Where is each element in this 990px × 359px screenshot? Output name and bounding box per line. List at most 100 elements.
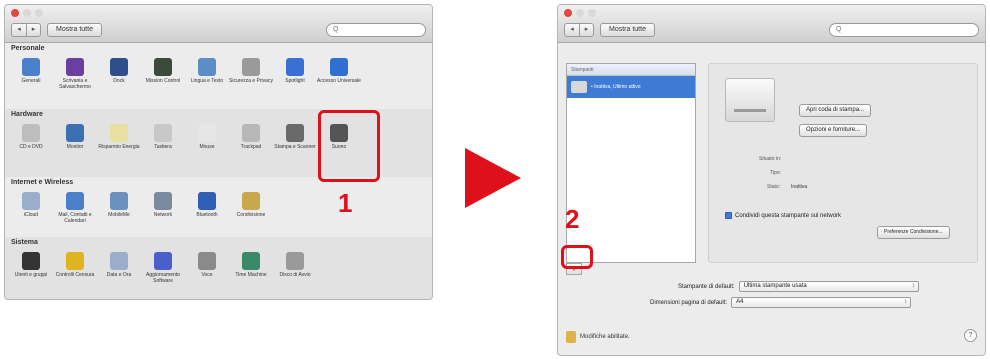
step-number-2: 2 <box>565 204 580 234</box>
pref-item-label: Trackpad <box>240 144 262 150</box>
pref-item-bluetooth[interactable]: Bluetooth <box>185 188 229 224</box>
monitor-icon <box>66 124 84 142</box>
forward-button[interactable]: ▸ <box>26 24 40 36</box>
time-machine-icon <box>242 252 260 270</box>
show-all-button[interactable]: Mostra tutte <box>600 23 655 37</box>
close-window-button[interactable] <box>11 9 19 17</box>
pref-item-label: Bluetooth <box>196 212 218 218</box>
date-time-icon <box>110 252 128 270</box>
mission-control-icon <box>154 58 172 76</box>
software-update-icon <box>154 252 172 270</box>
titlebar: ◂ ▸ Mostra tutte Q <box>558 5 985 43</box>
printer-list-item[interactable]: • Inattiva, Ultimo attivo <box>567 76 695 98</box>
pref-item-label: CD e DVD <box>19 144 43 150</box>
options-supplies-button[interactable]: Opzioni e forniture... <box>799 124 868 137</box>
pref-item-label: MobileMe <box>108 212 130 218</box>
lock-row[interactable]: Modifiche abilitate. <box>566 331 630 343</box>
pref-item-monitor[interactable]: Monitor <box>53 120 97 150</box>
pref-item-accessibility[interactable]: Accesso Universale <box>317 54 361 90</box>
pref-item-dock[interactable]: Dock <box>97 54 141 90</box>
security-icon <box>242 58 260 76</box>
pref-item-startup-disk[interactable]: Disco di Avvio <box>273 248 317 284</box>
back-button[interactable]: ◂ <box>12 24 26 36</box>
pref-item-mouse[interactable]: Mouse <box>185 120 229 150</box>
default-printer-row: Stampante di default: Ultima stampante u… <box>678 281 919 292</box>
pref-item-energy[interactable]: Risparmio Energia <box>97 120 141 150</box>
pref-item-spotlight[interactable]: Spotlight <box>273 54 317 90</box>
pref-item-mobileme[interactable]: MobileMe <box>97 188 141 224</box>
pref-item-label: Monitor <box>66 144 84 150</box>
close-window-button[interactable] <box>564 9 572 17</box>
pref-item-software-update[interactable]: Aggiornamento Software <box>141 248 185 284</box>
zoom-window-button[interactable] <box>588 9 596 17</box>
mouse-icon <box>198 124 216 142</box>
accessibility-icon <box>330 58 348 76</box>
pref-item-icloud[interactable]: iCloud <box>9 188 53 224</box>
pref-item-network[interactable]: Network <box>141 188 185 224</box>
window-controls <box>11 9 43 17</box>
print-scan-window: ◂ ▸ Mostra tutte Q Stampanti • Inattiva,… <box>557 4 986 356</box>
show-all-button[interactable]: Mostra tutte <box>47 23 102 37</box>
forward-button[interactable]: ▸ <box>579 24 593 36</box>
pref-item-users[interactable]: Utenti e gruppi <box>9 248 53 284</box>
pref-item-label: Controlli Censura <box>55 272 95 278</box>
pref-section: Personale Generali Scrivania e Salvascherm… <box>5 43 432 109</box>
mail-icon <box>66 192 84 210</box>
search-input[interactable]: Q <box>829 23 979 37</box>
minimize-window-button[interactable] <box>576 9 584 17</box>
printer-icon <box>286 124 304 142</box>
pref-icon-row: Generali Scrivania e Salvaschermo Dock Miss… <box>5 54 432 90</box>
toolbar: ◂ ▸ Mostra tutte <box>11 23 102 37</box>
pref-item-printer[interactable]: Stampa e Scanner <box>273 120 317 150</box>
nav-buttons: ◂ ▸ <box>564 23 594 37</box>
pref-item-trackpad[interactable]: Trackpad <box>229 120 273 150</box>
pref-item-general[interactable]: Generali <box>9 54 53 90</box>
open-print-queue-button[interactable]: Apri coda di stampa... <box>799 104 872 117</box>
pref-section: Sistema Utenti e gruppi Controlli Censura D… <box>5 237 432 299</box>
printer-image <box>725 78 775 122</box>
pref-item-label: Generali <box>21 78 41 84</box>
checkbox-checked[interactable] <box>725 212 732 219</box>
pref-item-speech[interactable]: Voce <box>185 248 229 284</box>
search-input[interactable]: Q <box>326 23 426 37</box>
pref-item-desktop[interactable]: Scrivania e Salvaschermo <box>53 54 97 90</box>
pref-item-parental[interactable]: Controlli Censura <box>53 248 97 284</box>
section-title: Sistema <box>11 239 38 246</box>
help-button[interactable]: ? <box>964 329 977 342</box>
speech-icon <box>198 252 216 270</box>
trackpad-icon <box>242 124 260 142</box>
pref-item-label: Network <box>153 212 173 218</box>
startup-disk-icon <box>286 252 304 270</box>
pref-item-mail[interactable]: Mail, Contatti e Calendari <box>53 188 97 224</box>
lock-label: Modifiche abilitate. <box>580 334 630 340</box>
location-label: Situato in: <box>759 156 782 162</box>
pref-item-date-time[interactable]: Data e Ora <box>97 248 141 284</box>
pref-item-sharing[interactable]: Condivisione <box>229 188 273 224</box>
pref-item-label: Accesso Universale <box>317 78 361 84</box>
default-paper-row: Dimensioni pagina di default: A4 <box>650 297 912 308</box>
status-label: Stato: <box>767 184 781 190</box>
icloud-icon <box>22 192 40 210</box>
pref-item-time-machine[interactable]: Time Machine <box>229 248 273 284</box>
keyboard-icon <box>154 124 172 142</box>
pref-item-label: Risparmio Energia <box>98 144 140 150</box>
pref-item-label: Disco di Avvio <box>279 272 311 278</box>
pref-item-language[interactable]: Lingua e Testo <box>185 54 229 90</box>
lock-icon[interactable] <box>566 331 576 343</box>
pref-item-cd[interactable]: CD e DVD <box>9 120 53 150</box>
printer-list[interactable]: Stampanti • Inattiva, Ultimo attivo <box>566 63 696 263</box>
back-button[interactable]: ◂ <box>565 24 579 36</box>
zoom-window-button[interactable] <box>35 9 43 17</box>
minimize-window-button[interactable] <box>23 9 31 17</box>
default-printer-select[interactable]: Ultima stampante usata <box>738 281 919 292</box>
pref-item-security[interactable]: Sicurezza e Privacy <box>229 54 273 90</box>
dock-icon <box>110 58 128 76</box>
nav-buttons: ◂ ▸ <box>11 23 41 37</box>
share-printer-checkbox[interactable]: Condividi questa stampante sul network <box>725 212 841 219</box>
sharing-preferences-button[interactable]: Preferenze Condivisione... <box>877 226 950 239</box>
titlebar: ◂ ▸ Mostra tutte Q <box>5 5 432 43</box>
pref-item-keyboard[interactable]: Tastiera <box>141 120 185 150</box>
add-button-highlight <box>561 245 593 269</box>
pref-item-mission-control[interactable]: Mission Control <box>141 54 185 90</box>
default-paper-select[interactable]: A4 <box>731 297 912 308</box>
